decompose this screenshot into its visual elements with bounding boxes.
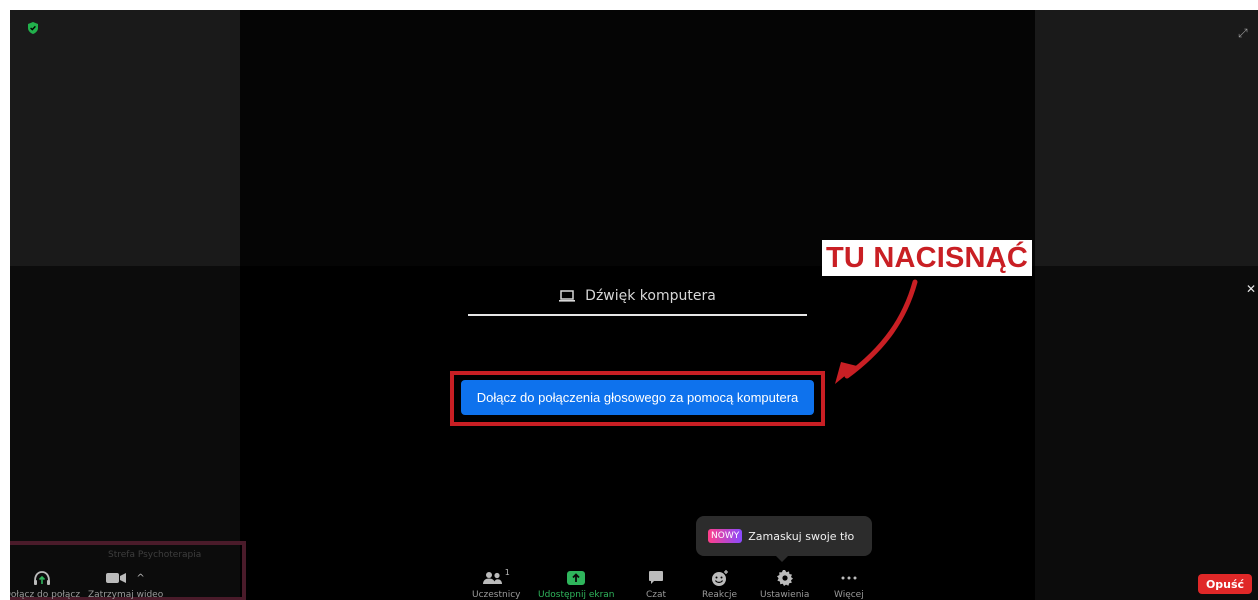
host-name-label: Strefa Psychoterapia [108, 550, 202, 560]
more-dots-icon [841, 568, 857, 588]
reactions-label: Reakcje [702, 590, 738, 600]
fullscreen-icon[interactable]: ⤢ [1238, 26, 1248, 41]
participants-count: 1 [504, 568, 510, 577]
stop-video-label: Zatrzymaj wideo [88, 590, 164, 600]
chat-label: Czat [646, 590, 667, 600]
join-audio-label: Dołącz do połącz [10, 590, 81, 600]
video-control-group: ^ [106, 568, 145, 588]
video-tile [1035, 10, 1258, 266]
headphones-icon [33, 568, 51, 588]
stop-video-button[interactable]: ^ Zatrzymaj wideo [88, 568, 163, 600]
settings-label: Ustawienia [760, 590, 810, 600]
video-camera-icon [106, 573, 127, 583]
chat-button[interactable]: Czat [646, 568, 666, 600]
tooltip-text: Zamaskuj swoje tło [748, 529, 855, 543]
laptop-icon [559, 290, 576, 302]
new-feature-tooltip[interactable]: NOWY Zamaskuj swoje tło [696, 516, 872, 562]
participants-button[interactable]: 1 Uczestnicy [472, 568, 521, 600]
reactions-button[interactable]: Reakcje [702, 568, 737, 600]
settings-button[interactable]: Ustawienia [760, 568, 809, 600]
close-icon[interactable]: ✕ [1246, 282, 1256, 296]
participants-icon: 1 [482, 568, 510, 588]
participants-label: Uczestnicy [472, 590, 521, 600]
tab-computer-audio-label: Dźwięk komputera [585, 288, 716, 304]
leave-button[interactable]: Opuść [1198, 574, 1252, 594]
security-shield-icon[interactable] [26, 20, 40, 34]
video-tile [1035, 266, 1258, 600]
annotation-label: TU NACISNĄĆ [822, 240, 1032, 276]
video-tile [10, 10, 240, 266]
annotation-arrow-icon [835, 279, 918, 384]
meeting-window: ⤢ ✕ Dźwięk komputera TU NACISNĄĆ Dołącz … [10, 10, 1258, 600]
share-screen-label: Udostępnij ekran [538, 590, 615, 600]
reactions-icon [711, 568, 729, 588]
join-computer-audio-button[interactable]: Dołącz do połączenia głosowego za pomocą… [461, 380, 814, 415]
video-tile [240, 10, 1035, 266]
gear-icon [776, 568, 793, 588]
new-badge: NOWY [708, 529, 743, 543]
tab-computer-audio[interactable]: Dźwięk komputera [468, 278, 807, 316]
chat-icon [648, 568, 664, 588]
share-screen-icon [566, 568, 586, 588]
share-screen-button[interactable]: Udostępnij ekran [538, 568, 615, 600]
join-audio-button[interactable]: Dołącz do połącz [10, 568, 80, 600]
more-label: Więcej [834, 590, 864, 600]
more-button[interactable]: Więcej [834, 568, 864, 600]
chevron-up-icon[interactable]: ^ [136, 573, 144, 584]
